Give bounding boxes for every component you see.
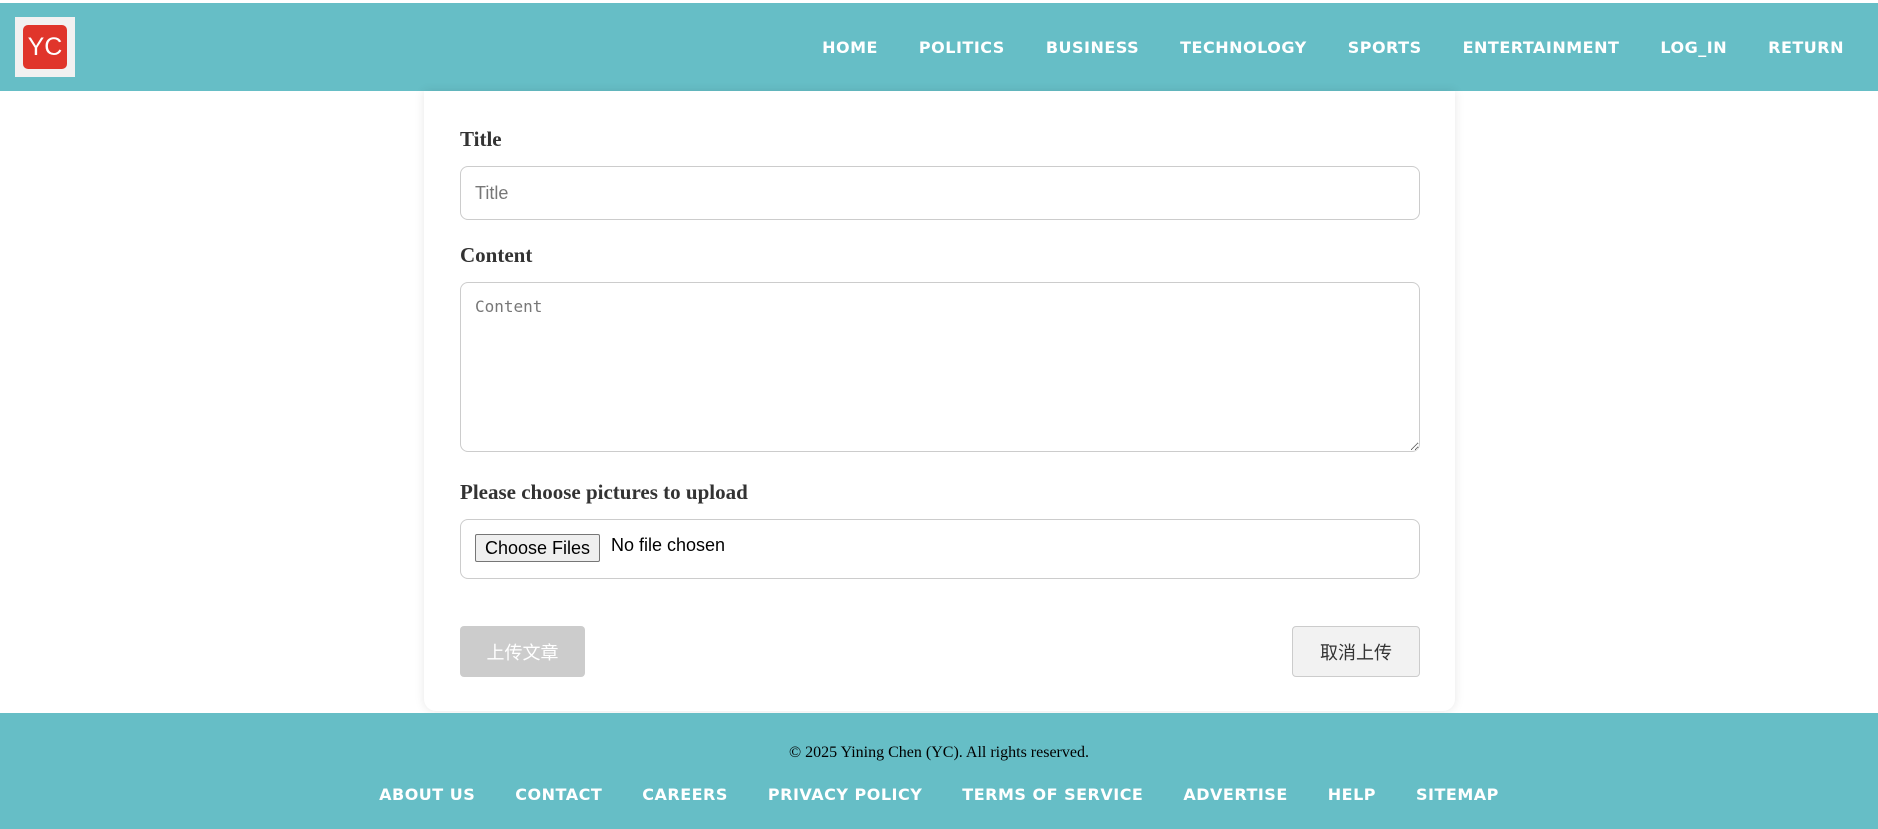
footer-link-careers[interactable]: CAREERS — [642, 785, 728, 804]
cancel-upload-button[interactable]: 取消上传 — [1292, 626, 1420, 677]
title-label: Title — [460, 127, 502, 151]
nav-technology[interactable]: TECHNOLOGY — [1180, 38, 1307, 57]
footer-link-privacy-policy[interactable]: PRIVACY POLICY — [768, 785, 922, 804]
footer-link-about-us[interactable]: ABOUT US — [379, 785, 475, 804]
site-logo[interactable]: YC — [15, 17, 75, 77]
content-textarea[interactable] — [460, 282, 1420, 452]
pictures-label: Please choose pictures to upload — [460, 480, 748, 504]
nav-home[interactable]: HOME — [822, 38, 878, 57]
main-nav: HOME POLITICS BUSINESS TECHNOLOGY SPORTS… — [781, 3, 1844, 91]
content-label: Content — [460, 243, 533, 267]
nav-politics[interactable]: POLITICS — [919, 38, 1005, 57]
footer-link-advertise[interactable]: ADVERTISE — [1183, 785, 1287, 804]
nav-business[interactable]: BUSINESS — [1046, 38, 1139, 57]
footer-link-sitemap[interactable]: SITEMAP — [1416, 785, 1499, 804]
nav-entertainment[interactable]: ENTERTAINMENT — [1463, 38, 1620, 57]
nav-log-in[interactable]: LOG_IN — [1660, 38, 1727, 57]
footer-nav: ABOUT US CONTACT CAREERS PRIVACY POLICY … — [0, 785, 1878, 804]
logo-badge: YC — [23, 25, 67, 69]
site-footer: © 2025 Yining Chen (YC). All rights rese… — [0, 713, 1878, 829]
file-input: Choose Files No file chosen — [460, 519, 1420, 579]
article-upload-form: Title Content Please choose pictures to … — [424, 91, 1455, 711]
footer-link-contact[interactable]: CONTACT — [515, 785, 602, 804]
title-input[interactable] — [460, 166, 1420, 220]
top-navbar: YC HOME POLITICS BUSINESS TECHNOLOGY SPO… — [0, 3, 1878, 91]
upload-article-button[interactable]: 上传文章 — [460, 626, 585, 677]
nav-return[interactable]: RETURN — [1768, 38, 1844, 57]
file-status: No file chosen — [611, 535, 726, 555]
footer-link-help[interactable]: HELP — [1328, 785, 1376, 804]
footer-link-terms-of-service[interactable]: TERMS OF SERVICE — [962, 785, 1143, 804]
copyright-text: © 2025 Yining Chen (YC). All rights rese… — [789, 744, 1089, 761]
nav-sports[interactable]: SPORTS — [1348, 38, 1422, 57]
choose-files-button[interactable]: Choose Files — [475, 534, 601, 562]
